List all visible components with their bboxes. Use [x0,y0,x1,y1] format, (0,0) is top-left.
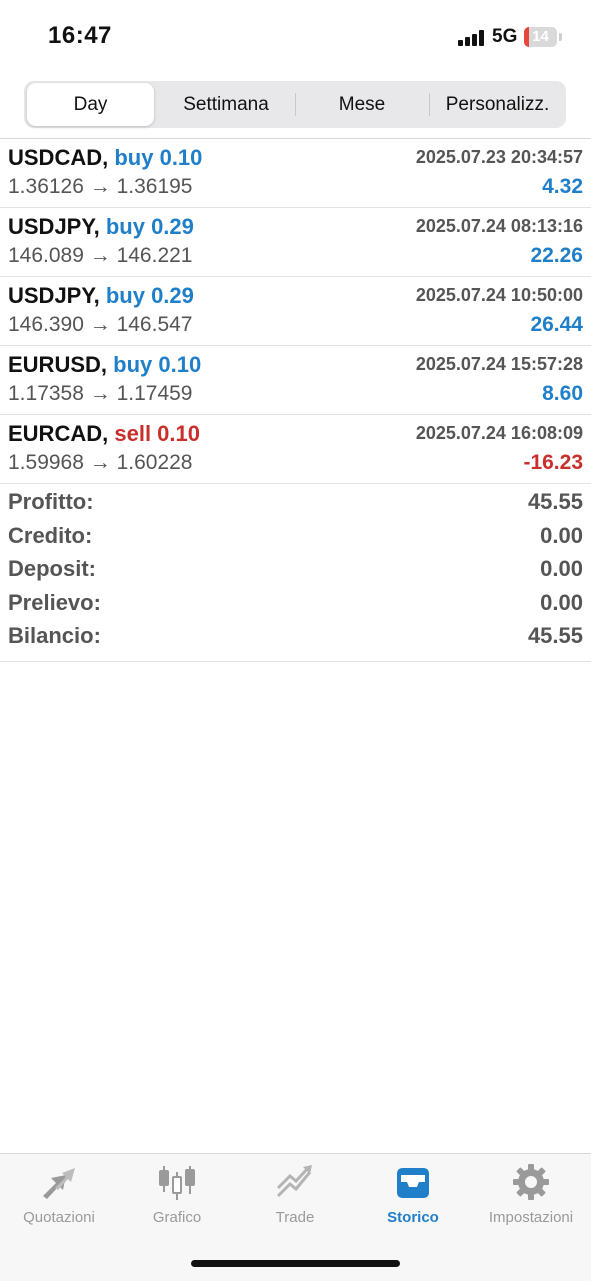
quotes-arrows-icon [43,1168,75,1199]
trade-side: sell 0.10 [114,421,200,446]
summary-label: Credito: [8,522,93,548]
trade-prices: 146.390 → 146.547 [8,313,193,336]
trade-symbol: USDCAD, [8,145,109,170]
summary-profit-row: Profitto: 45.55 [0,485,591,519]
segment-divider [429,93,430,116]
cellular-signal-icon [458,30,486,46]
trade-row[interactable]: EURCAD, sell 0.10 2025.07.24 16:08:09 1.… [0,415,591,484]
summary-credit-row: Credito: 0.00 [0,519,591,553]
summary-withdrawal-row: Prelievo: 0.00 [0,586,591,620]
tabbar-grafico[interactable]: Grafico [118,1154,236,1244]
summary-label: Prelievo: [8,589,101,615]
trade-symbol: USDJPY, [8,283,100,308]
trade-profit: 8.60 [542,382,583,405]
tabbar-storico[interactable]: Storico [354,1154,472,1244]
trade-history-list: USDCAD, buy 0.10 2025.07.23 20:34:57 1.3… [0,139,591,484]
trade-side: buy 0.10 [113,352,202,377]
summary-label: Deposit: [8,556,96,581]
tab-day[interactable]: Day [27,83,154,126]
tab-mese[interactable]: Mese [297,83,427,126]
tabbar-impostazioni[interactable]: Impostazioni [472,1154,590,1244]
candlestick-icon [159,1166,195,1200]
summary-label: Profitto: [8,489,94,514]
tab-label: Impostazioni [488,1209,574,1226]
trade-row[interactable]: USDJPY, buy 0.29 2025.07.24 10:50:00 146… [0,277,591,346]
trend-line-icon [276,1165,312,1198]
trade-side: buy 0.29 [105,214,194,239]
summary-value: 45.55 [527,489,583,514]
status-time: 16:47 [48,22,112,49]
trade-profit: 26.44 [530,313,583,336]
summary-value: 0.00 [540,522,583,548]
summary-balance-row: Bilancio: 45.55 [0,619,591,653]
tabbar-trade[interactable]: Trade [236,1154,354,1244]
inbox-tray-icon [397,1168,429,1198]
tab-personalizz[interactable]: Personalizz. [431,83,564,126]
trade-datetime: 2025.07.23 20:34:57 [415,147,583,167]
trade-row[interactable]: USDJPY, buy 0.29 2025.07.24 08:13:16 146… [0,208,591,277]
battery-icon: 14 [524,27,557,47]
battery-percent: 14 [532,28,549,45]
tab-label: Quotazioni [23,1209,95,1226]
summary-value: 0.00 [540,556,583,581]
trade-datetime: 2025.07.24 15:57:28 [415,354,583,374]
summary-deposit-row: Deposit: 0.00 [0,552,591,586]
trade-prices: 1.17358 → 1.17459 [8,382,193,405]
trade-datetime: 2025.07.24 10:50:00 [415,285,583,305]
trade-profit: 4.32 [542,175,583,198]
account-summary: Profitto: 45.55 Credito: 0.00 Deposit: 0… [0,485,591,662]
trade-profit: -16.23 [523,451,583,474]
tab-label: Storico [387,1209,439,1226]
trade-row[interactable]: EURUSD, buy 0.10 2025.07.24 15:57:28 1.1… [0,346,591,415]
gear-icon [513,1164,549,1200]
summary-label: Bilancio: [8,623,101,648]
trade-symbol: EURUSD, [8,352,108,377]
summary-value: 0.00 [540,589,583,615]
network-type: 5G [492,26,518,47]
battery-tip [559,33,562,41]
trade-symbol: EURCAD, [8,421,109,446]
trade-side: buy 0.29 [105,283,194,308]
trade-prices: 146.089 → 146.221 [8,244,193,267]
segment-divider [295,93,296,116]
tabbar-quotazioni[interactable]: Quotazioni [0,1154,118,1244]
trade-datetime: 2025.07.24 08:13:16 [415,216,583,236]
trade-datetime: 2025.07.24 16:08:09 [415,423,583,443]
status-bar: 16:47 5G 14 [0,0,591,76]
summary-value: 45.55 [527,623,583,648]
tab-settimana[interactable]: Settimana [159,83,293,126]
home-indicator [191,1260,400,1267]
tab-label: Trade [275,1209,315,1226]
period-segmented-control: Day Settimana Mese Personalizz. [24,81,566,128]
trade-profit: 22.26 [530,244,583,267]
trade-side: buy 0.10 [114,145,203,170]
trade-prices: 1.59968 → 1.60228 [8,451,193,474]
trade-prices: 1.36126 → 1.36195 [8,175,193,198]
trade-symbol: USDJPY, [8,214,100,239]
tab-label: Grafico [152,1209,202,1226]
trade-row[interactable]: USDCAD, buy 0.10 2025.07.23 20:34:57 1.3… [0,139,591,208]
